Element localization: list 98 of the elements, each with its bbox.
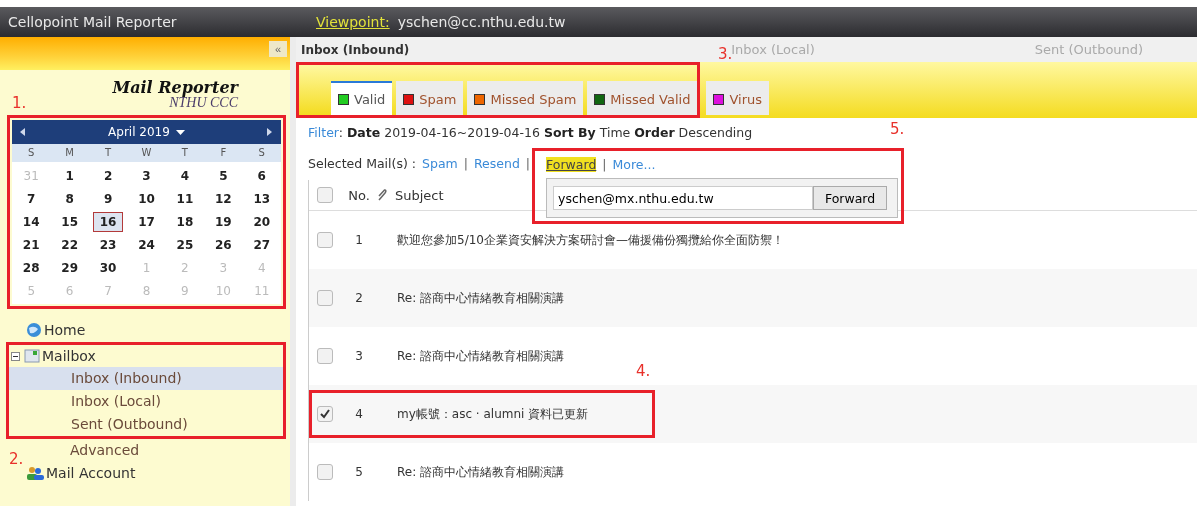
calendar-day[interactable]: 28 — [16, 258, 47, 278]
calendar-day[interactable]: 20 — [246, 212, 277, 232]
calendar-day[interactable]: 5 — [208, 166, 239, 186]
viewpoint-user: yschen@cc.nthu.edu.tw — [397, 14, 566, 30]
tree-toggle-icon[interactable] — [11, 351, 20, 361]
calendar-day[interactable]: 18 — [169, 212, 201, 232]
row-checkbox[interactable] — [317, 232, 333, 248]
column-header: Subject — [395, 187, 444, 203]
calendar-day[interactable]: 12 — [208, 189, 239, 209]
action-link[interactable]: More... — [612, 157, 656, 172]
calendar-day[interactable]: 26 — [208, 235, 239, 255]
select-all-checkbox[interactable] — [317, 187, 333, 203]
row-checkbox[interactable] — [317, 464, 333, 480]
row-checkbox[interactable] — [317, 290, 333, 306]
logo-title: Mail Reporter — [112, 78, 238, 97]
separator: | — [602, 157, 607, 172]
globe-icon — [26, 322, 42, 338]
calendar-day[interactable]: 24 — [131, 235, 162, 255]
page-title: Inbox (Inbound) — [301, 42, 410, 57]
calendar-day[interactable]: 25 — [169, 235, 201, 255]
forward-button[interactable]: Forward — [813, 186, 888, 210]
mailbox-icon — [24, 349, 40, 363]
filter-summary: : Date 2019-04-16~2019-04-16 Sort By Time Order Descending — [338, 125, 753, 140]
column-header: No. — [347, 187, 371, 203]
nav-item[interactable]: Mail Account — [46, 465, 136, 481]
row-checkbox[interactable] — [317, 406, 333, 422]
calendar-day[interactable]: 11 — [169, 189, 201, 209]
annotation-number: 4. — [636, 362, 651, 380]
filter-link[interactable]: Filter — [308, 125, 339, 140]
calendar-day[interactable]: 23 — [92, 235, 124, 255]
row-number: 2 — [354, 291, 364, 305]
calendar-day[interactable]: 3 — [131, 166, 162, 186]
viewpoint-link[interactable]: Viewpoint: — [316, 14, 390, 30]
calendar-day[interactable]: 21 — [16, 235, 47, 255]
mail-subject[interactable]: Re: 諮商中心情緒教育相關演講 — [397, 347, 565, 365]
row-checkbox[interactable] — [317, 348, 333, 364]
calendar-day[interactable]: 15 — [54, 212, 85, 232]
mail-subject[interactable]: 歡迎您參加5/10企業資安解決方案研討會—備援備份獨攬給你全面防禦！ — [397, 231, 784, 249]
calendar-day[interactable]: 6 — [246, 166, 277, 186]
tab[interactable]: Missed Valid — [587, 81, 698, 115]
collapse-button[interactable]: « — [269, 41, 287, 57]
annotation-number: 3. — [718, 45, 733, 63]
nav-subitem[interactable]: Sent (Outbound) — [9, 413, 283, 436]
calendar-day[interactable]: 2 — [92, 166, 124, 186]
tab[interactable]: Virus — [706, 81, 770, 115]
paperclip-icon — [377, 189, 387, 201]
forward-address-field[interactable]: yschen@mx.nthu.edu.tw — [553, 186, 814, 210]
calendar-day[interactable]: 27 — [246, 235, 277, 255]
calendar-day[interactable]: 14 — [16, 212, 47, 232]
row-number: 3 — [354, 349, 364, 363]
calendar-day[interactable]: 30 — [92, 258, 124, 278]
users-icon — [26, 466, 44, 480]
nav-item[interactable]: Mailbox — [42, 348, 96, 364]
nav-subitem[interactable]: Inbox (Local) — [9, 390, 283, 413]
calendar-day[interactable]: 19 — [208, 212, 239, 232]
row-number: 1 — [354, 233, 364, 247]
weekday-label: F — [219, 146, 228, 160]
mail-subject[interactable]: Re: 諮商中心情緒教育相關演講 — [397, 289, 565, 307]
calendar-day[interactable]: 16 — [92, 212, 124, 232]
weekday-label: T — [104, 146, 113, 160]
calendar-day[interactable]: 29 — [54, 258, 85, 278]
app-title: Cellopoint Mail Reporter — [8, 14, 178, 30]
nav-subitem[interactable]: Advanced — [70, 439, 140, 462]
weekday-label: S — [257, 146, 266, 160]
calendar-day[interactable]: 1 — [54, 166, 85, 186]
mail-subject[interactable]: my帳號：asc · alumni 資料已更新 — [397, 405, 589, 423]
annotation-number: 5. — [890, 120, 905, 138]
actions-label: Selected Mail(s) : — [308, 156, 416, 171]
weekday-label: W — [140, 146, 153, 160]
calendar-day[interactable]: 9 — [92, 189, 124, 209]
separator: | — [463, 156, 468, 171]
calendar-day[interactable]: 7 — [16, 189, 47, 209]
calendar-day[interactable]: 17 — [131, 212, 162, 232]
calendar-day[interactable]: 4 — [169, 166, 201, 186]
weekday-label: M — [64, 146, 75, 160]
row-number: 5 — [354, 465, 364, 479]
previous-month-button[interactable] — [18, 126, 28, 138]
weekday-label: T — [180, 146, 189, 160]
separator: | — [525, 156, 531, 171]
calendar-day[interactable]: 22 — [54, 235, 85, 255]
calendar-day[interactable]: 13 — [246, 189, 277, 209]
mail-subject[interactable]: Re: 諮商中心情緒教育相關演講 — [397, 463, 565, 481]
calendar-day[interactable]: 8 — [54, 189, 85, 209]
weekday-label: S — [27, 146, 36, 160]
annotation-number: 2. — [9, 450, 24, 468]
nav-subitem[interactable]: Inbox (Inbound) — [9, 367, 283, 390]
action-link[interactable]: Spam — [422, 156, 458, 171]
action-link[interactable]: Forward — [546, 157, 597, 172]
logo-subtitle: NTHU CCC — [169, 95, 238, 111]
nav-item[interactable]: Home — [44, 322, 86, 338]
tab[interactable]: Valid — [331, 81, 393, 115]
action-link[interactable]: Resend — [473, 156, 520, 171]
calendar-day[interactable]: 10 — [131, 189, 162, 209]
caret-icon — [175, 129, 185, 135]
row-number: 4 — [354, 407, 364, 421]
tab[interactable]: Spam — [396, 81, 464, 115]
tab[interactable]: Missed Spam — [467, 81, 584, 115]
annotation-number: 1. — [12, 94, 27, 112]
